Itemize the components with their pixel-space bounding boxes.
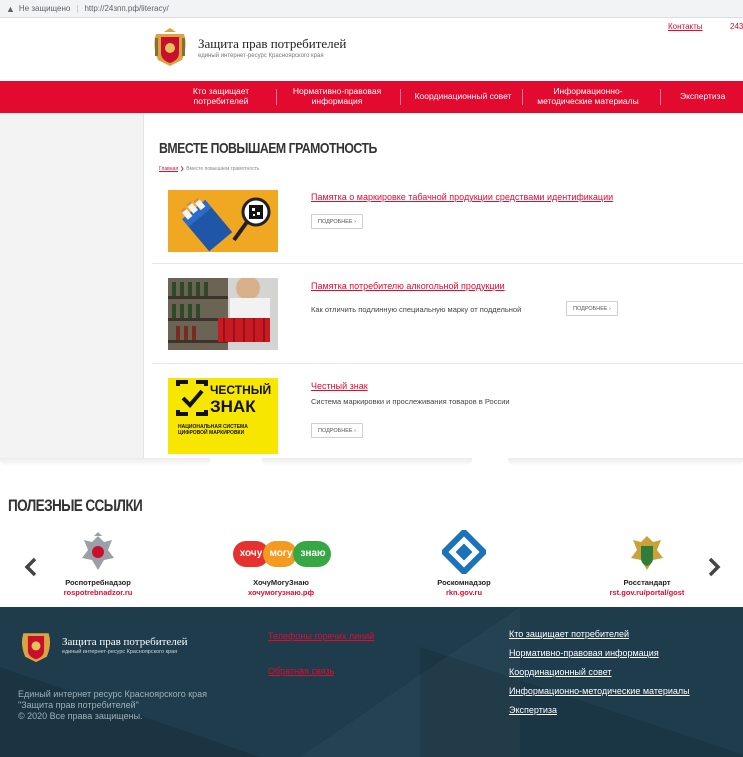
article-desc-alcohol: Как отличить подлинную специальную марку… [311, 305, 522, 314]
nav-divider [522, 89, 523, 105]
address-divider: | [76, 4, 79, 13]
link-url[interactable]: хочумогузнаю.рф [211, 588, 351, 597]
znak-line2: ЗНАК [210, 397, 256, 416]
link-name: Роспотребнадзор [65, 578, 131, 587]
hmz-word-3: знаю [300, 548, 326, 559]
krasnoyarsk-emblem-icon [150, 26, 190, 68]
article-item: ЧЕСТНЫЙ ЗНАК НАЦИОНАЛЬНАЯ СИСТЕМА ЦИФРОВ… [152, 375, 743, 455]
copyright-line: "Защита прав потребителей" [18, 699, 139, 710]
breadcrumb: Главная ❯ Вместе повышаем грамотность [159, 166, 260, 172]
footer-link-coord-council[interactable]: Координационный совет [509, 667, 690, 677]
logo-title: Защита прав потребителей [198, 35, 347, 51]
main-nav: Кто защищает потребителей Нормативно-пра… [0, 81, 743, 113]
nav-divider [660, 89, 661, 105]
article-divider [152, 263, 743, 264]
footer-nav: Кто защищает потребителей Нормативно-пра… [509, 629, 690, 724]
link-name: Роскомнадзор [437, 578, 491, 587]
copyright-line: © 2020 Все права защищены. [18, 710, 143, 721]
footer-link-method-materials[interactable]: Информационно-методические материалы [509, 686, 690, 696]
alcohol-thumbnail[interactable] [168, 278, 278, 350]
link-url[interactable]: rkn.gov.ru [394, 588, 534, 597]
link-name: Росстандарт [623, 578, 671, 587]
article-title-tobacco[interactable]: Памятка о маркировке табачной продукции … [311, 192, 613, 202]
site-logo[interactable]: Защита прав потребителей единый интернет… [150, 26, 346, 68]
znak-line1: ЧЕСТНЫЙ [210, 383, 272, 397]
footer-emblem-icon [18, 625, 54, 665]
eagle-emblem-icon [82, 532, 114, 570]
article-title-chestny-znak[interactable]: Честный знак [311, 381, 368, 391]
useful-link-rospotrebnadzor[interactable]: Роспотребнадзор rospotrebnadzor.ru [28, 530, 168, 605]
useful-link-hmz[interactable]: хочу могу знаю ХочуМогуЗнаю хочумогузнаю… [211, 530, 351, 605]
article-desc-chestny-znak: Система маркировки и прослеживания товар… [311, 397, 510, 406]
nav-item-who-protects[interactable]: Кто защищает потребителей [172, 81, 270, 113]
breadcrumb-arrow-icon: ❯ [180, 166, 185, 172]
site-header: Защита прав потребителей единый интернет… [0, 18, 743, 81]
znak-line3: НАЦИОНАЛЬНАЯ СИСТЕМА ЦИФРОВОЙ МАРКИРОВКИ [178, 424, 248, 437]
article-item: Памятка о маркировке табачной продукции … [152, 187, 743, 262]
footer-link-expertise[interactable]: Экспертиза [509, 705, 690, 715]
useful-link-roskomnadzor[interactable]: Роскомнадзор rkn.gov.ru [394, 530, 534, 605]
feedback-link[interactable]: Обратная связь [268, 666, 334, 676]
useful-link-rosstandart[interactable]: Росстандарт rst.gov.ru/portal/gost [577, 530, 717, 605]
nav-item-expertise[interactable]: Экспертиза [680, 81, 743, 113]
hmz-logo: хочу могу знаю [233, 540, 331, 568]
security-label: Не защищено [18, 4, 71, 13]
link-url[interactable]: rospotrebnadzor.ru [28, 588, 168, 597]
footer-logo-subtitle: единый интернет-ресурс Красноярского кра… [62, 648, 178, 655]
footer-logo-title: Защита прав потребителей [62, 635, 188, 648]
article-item: Памятка потребителю алкогольной продукци… [152, 275, 743, 360]
nav-divider [276, 89, 277, 105]
useful-links-title: ПОЛЕЗНЫЕ ССЫЛКИ [8, 496, 143, 515]
site-footer: Защита прав потребителей единый интернет… [0, 607, 743, 757]
breadcrumb-home[interactable]: Главная [159, 166, 178, 172]
article-divider [152, 363, 743, 364]
more-button-alcohol[interactable]: ПОДРОБНЕЕ › [566, 301, 618, 316]
rosstandart-emblem-icon [631, 536, 663, 570]
nav-item-method-materials[interactable]: Информационно-методические материалы [530, 81, 646, 113]
article-title-alcohol[interactable]: Памятка потребителю алкогольной продукци… [311, 281, 505, 291]
rkn-logo-icon [442, 530, 486, 574]
link-name: ХочуМогуЗнаю [253, 578, 309, 587]
breadcrumb-current: Вместе повышаем грамотность [186, 166, 260, 172]
phone-link[interactable]: 243 [730, 22, 743, 31]
more-button-tobacco[interactable]: ПОДРОБНЕЕ › [311, 214, 363, 229]
section-strip [0, 458, 743, 476]
copyright-line: Единый интернет ресурс Красноярского кра… [18, 689, 208, 699]
hotlines-link[interactable]: Телефоны горячих линий [268, 631, 374, 641]
footer-link-who-protects[interactable]: Кто защищает потребителей [509, 629, 690, 639]
nav-item-coord-council[interactable]: Координационный совет [406, 81, 520, 113]
warning-icon: ▲ [6, 3, 15, 14]
footer-link-legal-info[interactable]: Нормативно-правовая информация [509, 648, 690, 658]
logo-subtitle: единый интернет-ресурс Красноярского кра… [198, 52, 324, 59]
footer-logo[interactable]: Защита прав потребителей единый интернет… [18, 625, 188, 665]
link-url[interactable]: rst.gov.ru/portal/gost [577, 588, 717, 597]
tobacco-thumbnail[interactable] [168, 190, 278, 252]
chestny-znak-thumbnail[interactable]: ЧЕСТНЫЙ ЗНАК НАЦИОНАЛЬНАЯ СИСТЕМА ЦИФРОВ… [168, 378, 278, 454]
page-title: ВМЕСТЕ ПОВЫШАЕМ ГРАМОТНОСТЬ [159, 140, 377, 157]
hmz-word-2: могу [269, 548, 293, 559]
hmz-word-1: хочу [239, 548, 263, 559]
footer-copyright: Единый интернет ресурс Красноярского кра… [18, 689, 207, 722]
more-button-chestny-znak[interactable]: ПОДРОБНЕЕ › [311, 423, 363, 438]
contacts-link[interactable]: Контакты [668, 22, 703, 31]
nav-item-legal-info[interactable]: Нормативно-правовая информация [284, 81, 390, 113]
address-bar[interactable]: ▲ Не защищено | http://24зпп.рф/literacy… [0, 0, 743, 18]
url-text[interactable]: http://24зпп.рф/literacy/ [84, 4, 168, 13]
nav-divider [400, 89, 401, 105]
